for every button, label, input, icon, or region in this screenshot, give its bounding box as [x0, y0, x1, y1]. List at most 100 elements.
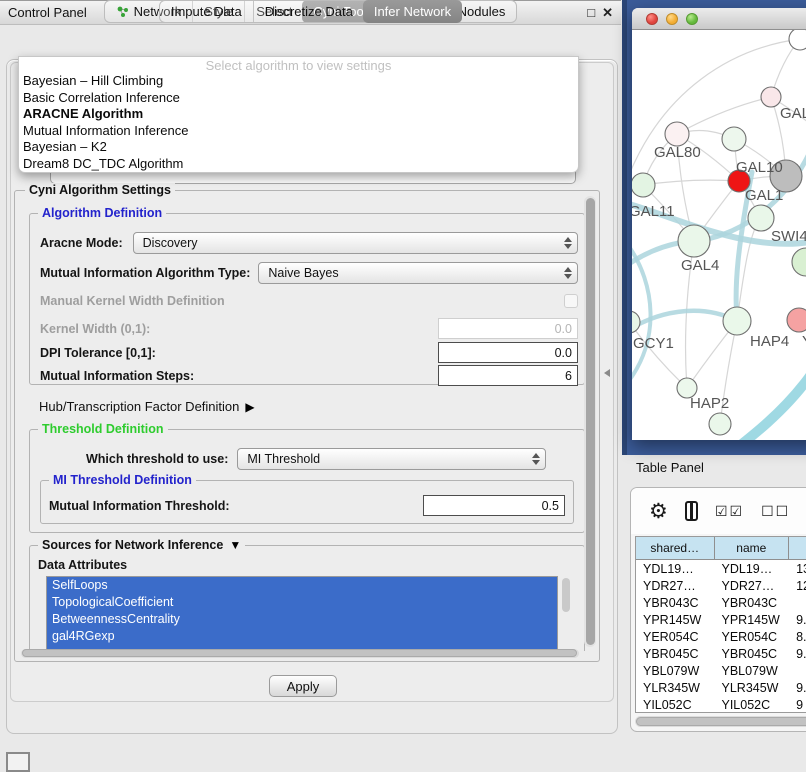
- mi-type-combo[interactable]: Naive Bayes: [258, 262, 578, 284]
- mi-threshold-group: MI Threshold Definition Mutual Informati…: [40, 480, 574, 524]
- column-header-third[interactable]: A: [789, 537, 806, 559]
- algorithm-option[interactable]: Bayesian – K2: [19, 139, 578, 156]
- table-cell: 13: [789, 560, 806, 577]
- aracne-mode-combo[interactable]: Discovery: [133, 232, 578, 254]
- algorithm-option[interactable]: Basic Correlation Inference: [19, 90, 578, 107]
- data-attributes-label: Data Attributes: [38, 558, 127, 572]
- table-row[interactable]: YDR27…YDR27…12: [636, 577, 806, 594]
- network-node-label: GAL: [780, 105, 806, 122]
- gear-icon[interactable]: ⚙: [649, 501, 668, 522]
- network-node-label: HAP2: [690, 395, 729, 412]
- algorithm-option[interactable]: Bayesian – Hill Climbing: [19, 73, 578, 90]
- attribute-item[interactable]: BetweennessCentrality: [47, 611, 557, 628]
- settings-vscrollbar[interactable]: [584, 196, 596, 647]
- algorithm-option[interactable]: Mutual Information Inference: [19, 123, 578, 140]
- mi-threshold-input[interactable]: [423, 495, 565, 516]
- network-node[interactable]: [722, 127, 746, 151]
- zoom-window-button[interactable]: [686, 13, 698, 25]
- columns-icon[interactable]: [685, 501, 698, 521]
- manual-kernel-checkbox[interactable]: [564, 294, 578, 308]
- table-cell: YLR345W: [715, 679, 790, 696]
- network-graph[interactable]: GALGAL80GAL10GAL1GAL11SWI4GAL4GCY1HAP4YH…: [632, 30, 806, 440]
- network-edge[interactable]: [643, 180, 739, 185]
- tab-impute-data[interactable]: Impute Data: [160, 1, 253, 22]
- network-node-label: GAL11: [632, 203, 675, 220]
- which-threshold-combo[interactable]: MI Threshold: [237, 448, 546, 470]
- mi-steps-input[interactable]: [438, 365, 578, 386]
- network-node[interactable]: [761, 87, 781, 107]
- cyni-bottom-tabs: Impute DataDiscretize DataInfer Network: [159, 0, 462, 23]
- sources-group-title: Sources for Network Inference: [42, 538, 223, 552]
- table-hscrollbar[interactable]: [635, 716, 806, 727]
- kernel-width-label: Kernel Width (0,1):: [40, 322, 150, 336]
- network-edge[interactable]: [632, 322, 687, 388]
- dpi-tolerance-input[interactable]: [438, 342, 578, 363]
- minimized-panel-icon[interactable]: [6, 752, 30, 772]
- select-all-checkboxes-icon[interactable]: ☑☑: [715, 503, 744, 520]
- table-row[interactable]: YIL052CYIL052C9: [636, 696, 806, 713]
- combo-stepper-icon: [562, 267, 573, 279]
- table-cell: 9: [789, 696, 806, 713]
- sources-group: Sources for Network Inference ▼ Data Att…: [29, 545, 585, 651]
- which-threshold-value: MI Threshold: [247, 452, 530, 466]
- algorithm-option[interactable]: Dream8 DC_TDC Algorithm: [19, 156, 578, 173]
- table-panel-title: Table Panel: [636, 460, 704, 475]
- mi-type-value: Naive Bayes: [268, 266, 562, 280]
- manual-kernel-label: Manual Kernel Width Definition: [40, 294, 225, 308]
- minimize-window-button[interactable]: [666, 13, 678, 25]
- table-row[interactable]: YPR145WYPR145W9.: [636, 611, 806, 628]
- table-cell: YBL079W: [636, 662, 715, 679]
- network-node[interactable]: [678, 225, 710, 257]
- tab-discretize-data[interactable]: Discretize Data: [253, 1, 364, 22]
- table-row[interactable]: YDL19…YDL19…13: [636, 560, 806, 577]
- combo-stepper-icon: [562, 237, 573, 249]
- threshold-definition-group: Threshold Definition Which threshold to …: [29, 429, 585, 533]
- network-node[interactable]: [789, 30, 806, 50]
- network-node[interactable]: [632, 173, 655, 197]
- table-row[interactable]: YLR345WYLR345W9.: [636, 679, 806, 696]
- hub-tf-expander[interactable]: Hub/Transcription Factor Definition ▶: [39, 399, 255, 414]
- expander-collapsed-icon: ▶: [245, 400, 254, 414]
- deselect-all-checkboxes-icon[interactable]: ☐☐: [761, 503, 790, 520]
- data-attributes-list[interactable]: SelfLoopsTopologicalCoefficientBetweenne…: [46, 576, 558, 650]
- apply-button[interactable]: Apply: [269, 675, 337, 697]
- table-cell: YBR043C: [715, 594, 790, 611]
- expander-expanded-icon[interactable]: ▼: [229, 538, 241, 552]
- network-node[interactable]: [787, 308, 806, 332]
- table-row[interactable]: YER054CYER054C8.: [636, 628, 806, 645]
- network-edge-highlighted[interactable]: [724, 376, 806, 440]
- network-node[interactable]: [792, 248, 806, 276]
- cyni-algorithm-settings-panel: Cyni Algorithm Settings Algorithm Defini…: [14, 190, 600, 662]
- settings-group-title: Cyni Algorithm Settings: [25, 183, 175, 197]
- attributes-vscrollbar[interactable]: [560, 576, 571, 650]
- panel-divider-handle[interactable]: [604, 369, 610, 377]
- network-node-label: SWI4: [771, 228, 806, 245]
- table-cell: YDL19…: [715, 560, 790, 577]
- table-cell: YBR045C: [715, 645, 790, 662]
- attribute-item[interactable]: SelfLoops: [47, 577, 557, 594]
- attribute-item[interactable]: TopologicalCoefficient: [47, 594, 557, 611]
- column-header-name[interactable]: name: [715, 537, 790, 559]
- settings-hscrollbar[interactable]: [21, 649, 579, 658]
- network-node-label: GAL10: [736, 159, 783, 176]
- network-node-label: Y: [802, 333, 806, 350]
- network-node[interactable]: [709, 413, 731, 435]
- network-node[interactable]: [723, 307, 751, 335]
- table-row[interactable]: YBR043CYBR043C: [636, 594, 806, 611]
- network-node[interactable]: [665, 122, 689, 146]
- aracne-mode-value: Discovery: [143, 236, 562, 250]
- network-window-titlebar[interactable]: [632, 8, 806, 30]
- column-header-shared-name[interactable]: shared…: [636, 537, 715, 559]
- attribute-item[interactable]: gal4RGexp: [47, 628, 557, 645]
- kernel-width-input[interactable]: [438, 318, 578, 339]
- table-row[interactable]: YBR045CYBR045C9.: [636, 645, 806, 662]
- close-window-button[interactable]: [646, 13, 658, 25]
- network-node-label: GAL1: [745, 187, 783, 204]
- network-edge[interactable]: [677, 97, 771, 134]
- network-node-label: HAP4: [750, 333, 789, 350]
- network-node-label: GCY1: [633, 335, 674, 352]
- table-row[interactable]: YBL079WYBL079W: [636, 662, 806, 679]
- algorithm-option[interactable]: ARACNE Algorithm: [19, 106, 578, 123]
- network-node[interactable]: [632, 311, 640, 333]
- tab-infer-network[interactable]: Infer Network: [363, 0, 462, 23]
